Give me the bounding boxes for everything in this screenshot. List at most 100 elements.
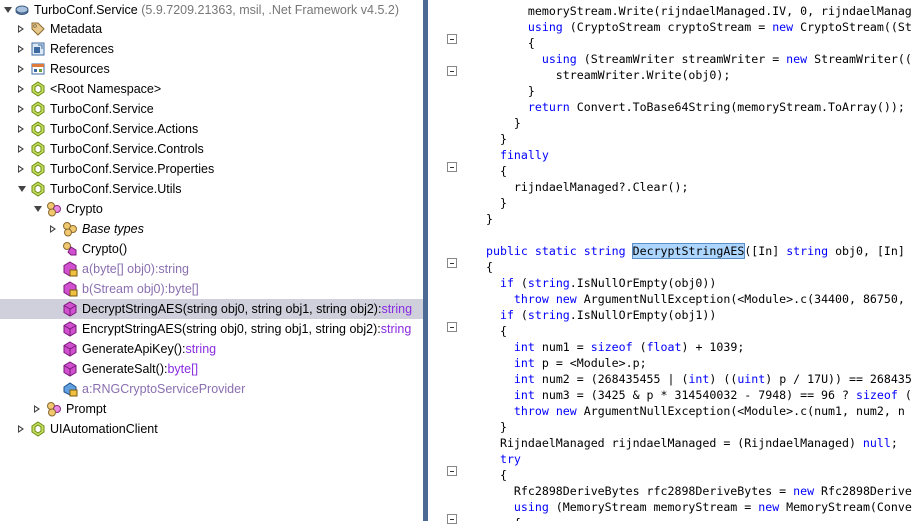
tree-row-generate-api-key[interactable]: GenerateApiKey():string <box>0 339 423 359</box>
code-line[interactable]: { <box>486 259 493 275</box>
code-line[interactable]: RijndaelManaged rijndaelManaged = (Rijnd… <box>486 435 898 451</box>
code-line[interactable]: throw new ArgumentNullException(<Module>… <box>486 403 905 419</box>
tree-row-root[interactable]: TurboConf.Service (5.9.7209.21363, msil,… <box>0 0 423 20</box>
expand-arrow-icon[interactable] <box>18 45 24 53</box>
code-line[interactable]: if (string.IsNullOrEmpty(obj0)) <box>486 275 716 291</box>
expand-arrow-icon[interactable] <box>34 405 40 413</box>
expand-arrow-icon[interactable] <box>18 25 24 33</box>
tree-row-crypto[interactable]: Crypto <box>0 199 423 219</box>
code-line[interactable]: Rfc2898DeriveBytes rfc2898DeriveBytes = … <box>486 483 912 499</box>
tree-label: DecryptStringAES(string obj0, string obj… <box>82 302 413 316</box>
tree-label: TurboConf.Service <box>50 102 154 116</box>
assembly-icon <box>15 5 29 15</box>
code-line[interactable]: int p = <Module>.p; <box>486 355 647 371</box>
tree-row-ns-utils[interactable]: TurboConf.Service.Utils <box>0 179 423 199</box>
tree-row-root-namespace[interactable]: <Root Namespace> <box>0 79 423 99</box>
tree-label: Resources <box>50 62 110 76</box>
code-line[interactable]: throw new ArgumentNullException(<Module>… <box>486 291 905 307</box>
tree-label: a:RNGCryptoServiceProvider <box>82 382 246 396</box>
code-line[interactable]: return Convert.ToBase64String(memoryStre… <box>486 99 905 115</box>
tree-label: Prompt <box>66 402 107 416</box>
tree-row-base-types[interactable]: Base types <box>0 219 423 239</box>
expand-arrow-icon[interactable] <box>18 85 24 93</box>
tree-row-ctor[interactable]: Crypto() <box>0 239 423 259</box>
fold-toggle-icon[interactable] <box>447 162 457 172</box>
method-icon <box>63 361 77 377</box>
expand-arrow-icon[interactable] <box>18 105 24 113</box>
code-line[interactable]: finally <box>486 147 549 163</box>
code-line[interactable]: } <box>486 211 493 227</box>
expand-arrow-icon[interactable] <box>18 125 24 133</box>
tree-row-method-a[interactable]: a(byte[] obj0):string <box>0 259 423 279</box>
tree-label: b(Stream obj0):byte[] <box>82 282 199 296</box>
tree-row-ns-actions[interactable]: TurboConf.Service.Actions <box>0 119 423 139</box>
tree-row-ns-controls[interactable]: TurboConf.Service.Controls <box>0 139 423 159</box>
namespace-icon <box>31 141 45 157</box>
tree-row-prompt[interactable]: Prompt <box>0 399 423 419</box>
code-editor[interactable]: memoryStream.Write(rijndaelManaged.IV, 0… <box>464 0 922 521</box>
fold-toggle-icon[interactable] <box>447 322 457 332</box>
tree-label: TurboConf.Service.Actions <box>50 122 199 136</box>
tree-row-generate-salt[interactable]: GenerateSalt():byte[] <box>0 359 423 379</box>
method-icon <box>63 321 77 337</box>
code-line[interactable]: } <box>486 195 507 211</box>
fold-toggle-icon[interactable] <box>447 34 457 44</box>
resources-icon <box>31 63 45 75</box>
collapse-arrow-icon[interactable] <box>18 186 26 192</box>
code-line[interactable]: } <box>486 419 507 435</box>
highlighted-symbol[interactable]: DecryptStringAES <box>631 243 746 259</box>
tree-label: Crypto <box>66 202 103 216</box>
code-line[interactable]: int num3 = (3425 & p * 314540032 - 7948)… <box>486 387 912 403</box>
assembly-tree[interactable]: TurboConf.Service (5.9.7209.21363, msil,… <box>0 0 423 521</box>
tree-row-resources[interactable]: Resources <box>0 59 423 79</box>
expand-arrow-icon[interactable] <box>18 145 24 153</box>
code-line[interactable]: streamWriter.Write(obj0); <box>486 67 731 83</box>
code-line[interactable]: int num2 = (268435455 | (int) ((uint) p … <box>486 371 912 387</box>
expand-arrow-icon[interactable] <box>18 165 24 173</box>
code-line[interactable]: int num1 = sizeof (float) + 1039; <box>486 339 744 355</box>
expand-arrow-icon[interactable] <box>18 425 24 433</box>
tree-row-references[interactable]: References <box>0 39 423 59</box>
tree-row-uiautomation[interactable]: UIAutomationClient <box>0 419 423 439</box>
code-line[interactable]: if (string.IsNullOrEmpty(obj1)) <box>486 307 716 323</box>
fold-toggle-icon[interactable] <box>447 466 457 476</box>
code-line[interactable]: using (MemoryStream memoryStream = new M… <box>486 499 912 515</box>
code-line[interactable]: } <box>486 131 507 147</box>
code-line[interactable]: using (StreamWriter streamWriter = new S… <box>486 51 912 67</box>
code-line[interactable]: { <box>486 163 507 179</box>
tree-row-method-b[interactable]: b(Stream obj0):byte[] <box>0 279 423 299</box>
tree-row-ns-properties[interactable]: TurboConf.Service.Properties <box>0 159 423 179</box>
fold-toggle-icon[interactable] <box>447 66 457 76</box>
expand-arrow-icon[interactable] <box>18 65 24 73</box>
tree-label: GenerateApiKey():string <box>82 342 217 356</box>
code-line[interactable]: } <box>486 83 535 99</box>
method-icon <box>63 301 77 317</box>
expand-arrow-icon[interactable] <box>50 225 56 233</box>
fold-toggle-icon[interactable] <box>447 514 457 524</box>
code-line[interactable]: { <box>486 35 535 51</box>
namespace-icon <box>31 101 45 117</box>
tree-row-ns-service[interactable]: TurboConf.Service <box>0 99 423 119</box>
tree-row-encrypt-string-aes[interactable]: EncryptStringAES(string obj0, string obj… <box>0 319 423 339</box>
namespace-icon <box>31 161 45 177</box>
fold-gutter <box>428 0 464 521</box>
code-line[interactable]: memoryStream.Write(rijndaelManaged.IV, 0… <box>486 3 912 19</box>
collapse-arrow-icon[interactable] <box>4 7 12 13</box>
code-line[interactable]: { <box>486 515 521 521</box>
tree-row-metadata[interactable]: Metadata <box>0 19 423 39</box>
namespace-icon <box>31 421 45 437</box>
code-line[interactable]: public static string DecryptStringAES([I… <box>486 243 905 259</box>
tree-label: Crypto() <box>82 242 128 256</box>
tree-label: EncryptStringAES(string obj0, string obj… <box>82 322 412 336</box>
collapse-arrow-icon[interactable] <box>34 206 42 212</box>
code-line[interactable]: using (CryptoStream cryptoStream = new C… <box>486 19 912 35</box>
tree-row-field-rng[interactable]: a:RNGCryptoServiceProvider <box>0 379 423 399</box>
fold-toggle-icon[interactable] <box>447 258 457 268</box>
code-line[interactable]: { <box>486 467 507 483</box>
code-line[interactable]: } <box>486 115 521 131</box>
tree-row-decrypt-string-aes[interactable]: DecryptStringAES(string obj0, string obj… <box>0 299 423 319</box>
tree-label: TurboConf.Service.Controls <box>50 142 204 156</box>
code-line[interactable]: rijndaelManaged?.Clear(); <box>486 179 689 195</box>
code-line[interactable]: try <box>486 451 521 467</box>
code-line[interactable]: { <box>486 323 507 339</box>
